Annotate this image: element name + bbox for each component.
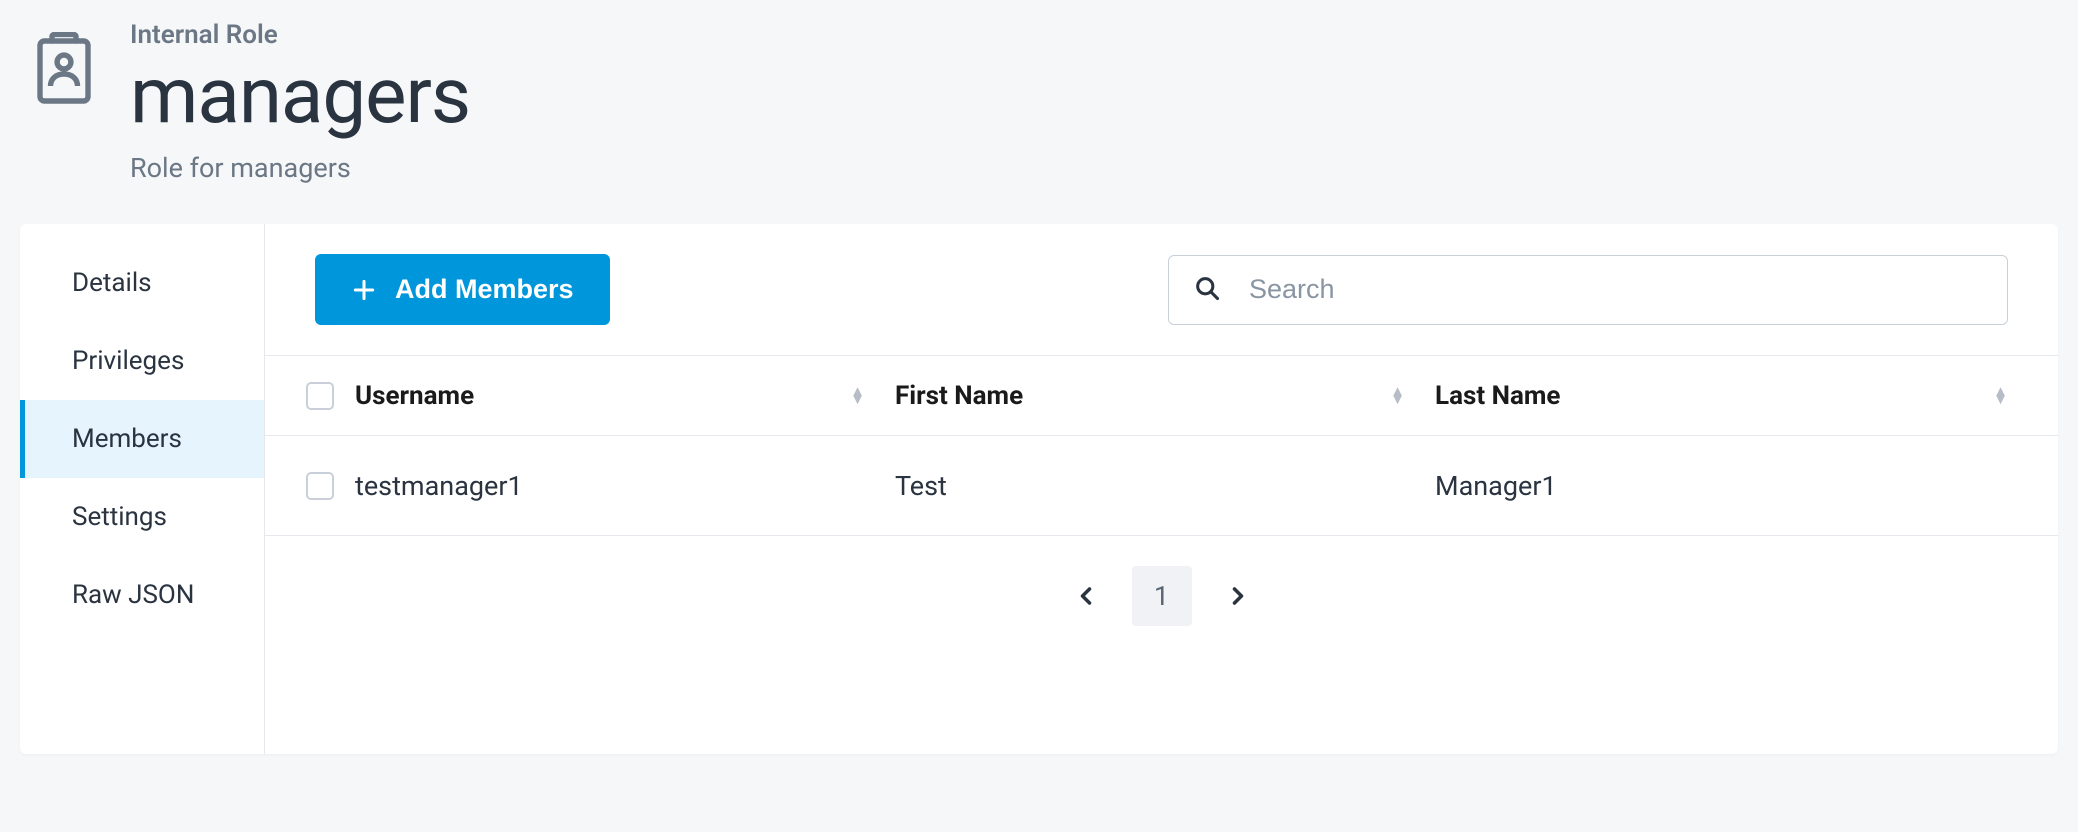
sidebar-item-raw-json[interactable]: Raw JSON: [20, 556, 264, 634]
content-area: Add Members: [265, 224, 2058, 754]
plus-icon: [351, 277, 377, 303]
sort-icon: ▲▼: [1993, 388, 2008, 403]
content-panel: Details Privileges Members Settings Raw …: [20, 224, 2058, 754]
pagination-page-number[interactable]: 1: [1132, 566, 1192, 626]
sidebar-item-label: Privileges: [72, 346, 184, 376]
select-all-checkbox[interactable]: [306, 382, 334, 410]
search-input[interactable]: [1249, 274, 1983, 305]
add-members-label: Add Members: [395, 274, 574, 305]
column-header-username[interactable]: Username ▲▼: [355, 381, 895, 411]
sidebar-item-privileges[interactable]: Privileges: [20, 322, 264, 400]
column-label: First Name: [895, 381, 1023, 411]
cell-lastname: Manager1: [1435, 470, 1557, 502]
column-header-firstname[interactable]: First Name ▲▼: [895, 381, 1435, 411]
sidebar-item-label: Details: [72, 268, 152, 298]
sort-icon: ▲▼: [850, 388, 865, 403]
sidebar-item-label: Settings: [72, 502, 167, 532]
page-title: managers: [130, 58, 470, 136]
page-subtitle: Role for managers: [130, 152, 470, 184]
role-icon: [28, 32, 100, 104]
sidebar-item-settings[interactable]: Settings: [20, 478, 264, 556]
toolbar: Add Members: [265, 224, 2058, 355]
add-members-button[interactable]: Add Members: [315, 254, 610, 325]
pagination-prev-button[interactable]: [1056, 566, 1116, 626]
row-checkbox[interactable]: [306, 472, 334, 500]
cell-username: testmanager1: [355, 470, 523, 502]
sidebar-item-details[interactable]: Details: [20, 244, 264, 322]
cell-firstname: Test: [895, 470, 947, 502]
sidebar-item-members[interactable]: Members: [20, 400, 264, 478]
sidebar: Details Privileges Members Settings Raw …: [20, 224, 265, 754]
column-header-lastname[interactable]: Last Name ▲▼: [1435, 381, 2038, 411]
page-header: Internal Role managers Role for managers: [20, 20, 2058, 184]
table-row[interactable]: testmanager1 Test Manager1: [265, 436, 2058, 536]
column-label: Username: [355, 381, 474, 411]
search-icon: [1193, 274, 1221, 306]
column-label: Last Name: [1435, 381, 1560, 411]
pagination: 1: [265, 536, 2058, 656]
table-header: Username ▲▼ First Name ▲▼ Last Name: [265, 356, 2058, 436]
sidebar-item-label: Members: [72, 424, 182, 454]
search-box[interactable]: [1168, 255, 2008, 325]
sort-icon: ▲▼: [1390, 388, 1405, 403]
sidebar-item-label: Raw JSON: [72, 580, 194, 610]
header-label: Internal Role: [130, 20, 470, 50]
pagination-next-button[interactable]: [1208, 566, 1268, 626]
members-table: Username ▲▼ First Name ▲▼ Last Name: [265, 355, 2058, 536]
